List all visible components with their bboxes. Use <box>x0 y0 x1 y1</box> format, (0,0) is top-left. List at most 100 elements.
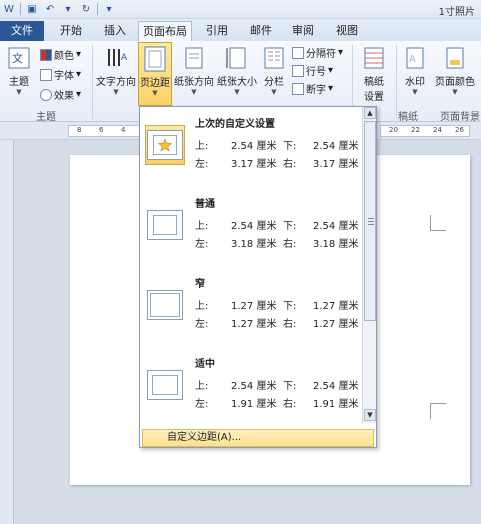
left-label: 左: <box>195 399 209 410</box>
tab-mailings[interactable]: 邮件 <box>244 21 278 41</box>
theme-colors-label: 颜色 <box>54 51 74 62</box>
chevron-down-icon: ▼ <box>271 88 277 96</box>
tab-home[interactable]: 开始 <box>54 21 88 41</box>
top-value: 2.54 厘米 <box>231 221 277 232</box>
chevron-down-icon: ▾ <box>76 69 82 80</box>
left-label: 左: <box>195 239 209 250</box>
breaks-icon <box>292 46 304 59</box>
quick-access-toolbar: W ▣ ↶ ▾ ↻ ▾ <box>2 2 116 16</box>
tab-references[interactable]: 引用 <box>200 21 234 41</box>
bottom-value: 2.54 厘米 <box>313 141 359 152</box>
customize-qat-icon[interactable]: ▾ <box>102 2 116 16</box>
columns-button[interactable]: 分栏 ▼ <box>260 45 288 96</box>
scrollbar-thumb[interactable] <box>364 121 376 321</box>
margin-option-last-custom[interactable]: 上次的自定义设置 上: 2.54 厘米 下: 2.54 厘米 左: 3.17 厘… <box>140 109 362 189</box>
theme-colors-button[interactable]: 颜色 ▾ <box>40 47 81 62</box>
orientation-button[interactable]: 纸张方向 ▼ <box>173 45 215 96</box>
tab-review[interactable]: 审阅 <box>286 21 320 41</box>
text-direction-button[interactable]: A 文字方向 ▼ <box>95 45 137 96</box>
horizontal-ruler-right[interactable]: 20 22 24 26 <box>380 125 470 137</box>
theme-fonts-label: 字体 <box>54 71 74 82</box>
word-icon[interactable]: W <box>2 2 16 16</box>
hyphenation-icon <box>292 82 304 95</box>
left-label: 左: <box>195 159 209 170</box>
tab-page-layout[interactable]: 页面布局 <box>138 21 192 41</box>
ruler-tick: 4 <box>121 126 126 134</box>
chevron-down-icon: ▼ <box>152 89 158 97</box>
themes-button[interactable]: 文 主题 ▼ <box>4 45 34 96</box>
scroll-down-icon[interactable]: ▼ <box>364 409 376 421</box>
scroll-up-icon[interactable]: ▲ <box>364 107 376 119</box>
redo-icon[interactable]: ↻ <box>79 2 93 16</box>
top-value: 2.54 厘米 <box>231 141 277 152</box>
theme-effects-button[interactable]: 效果 ▾ <box>40 87 81 102</box>
hyphenation-button[interactable]: 断字 ▾ <box>292 81 333 96</box>
ruler-tick: 6 <box>99 126 104 134</box>
right-label: 右: <box>283 319 297 330</box>
vertical-ruler[interactable] <box>0 140 14 524</box>
orientation-label: 纸张方向 <box>174 77 214 88</box>
save-icon[interactable]: ▣ <box>25 2 39 16</box>
stationery-label-line2: 设置 <box>364 92 384 103</box>
ruler-tick: 20 <box>389 126 398 134</box>
margin-corner-mark <box>430 215 446 231</box>
undo-icon[interactable]: ↶ <box>43 2 57 16</box>
ruler-tick: 26 <box>455 126 464 134</box>
dropdown-arrow-icon[interactable]: ▾ <box>61 2 75 16</box>
effects-icon <box>40 88 52 101</box>
top-label: 上: <box>195 381 209 392</box>
chevron-down-icon: ▾ <box>76 89 82 100</box>
line-numbers-label: 行号 <box>306 67 326 78</box>
document-title: 1寸照片 <box>438 7 475 18</box>
svg-text:A: A <box>409 54 416 65</box>
top-label: 上: <box>195 141 209 152</box>
page-preview-icon <box>147 210 183 240</box>
margins-button[interactable]: 页边距 ▼ <box>138 42 172 106</box>
margin-option-narrow[interactable]: 窄 上: 1.27 厘米 下: 1.27 厘米 左: 1.27 厘米 右: 1.… <box>140 269 362 349</box>
page-background-group-label: 页面背景 <box>440 112 480 123</box>
right-value: 1.27 厘米 <box>313 319 359 330</box>
dropdown-scrollbar[interactable]: ▲ ▼ <box>362 107 376 423</box>
chevron-down-icon: ▼ <box>191 88 197 96</box>
chevron-down-icon: ▼ <box>412 88 418 96</box>
chevron-down-icon: ▾ <box>76 49 82 60</box>
orientation-icon <box>181 45 207 71</box>
margin-option-moderate[interactable]: 适中 上: 2.54 厘米 下: 2.54 厘米 左: 1.91 厘米 右: 1… <box>140 349 362 429</box>
size-button[interactable]: 纸张大小 ▼ <box>216 45 258 96</box>
margin-preview-thumbnail <box>145 205 185 245</box>
right-value: 3.18 厘米 <box>313 239 359 250</box>
page-preview-icon <box>147 370 183 400</box>
top-value: 2.54 厘米 <box>231 381 277 392</box>
top-label: 上: <box>195 221 209 232</box>
breaks-button[interactable]: 分隔符 ▾ <box>292 45 343 60</box>
colors-icon <box>40 48 52 61</box>
left-value: 1.27 厘米 <box>231 319 277 330</box>
hyphenation-label: 断字 <box>306 85 326 96</box>
tab-insert[interactable]: 插入 <box>98 21 132 41</box>
margin-preview-thumbnail <box>145 125 185 165</box>
page-color-button[interactable]: 页面颜色 ▼ <box>432 45 478 96</box>
watermark-button[interactable]: A 水印 ▼ <box>400 45 430 96</box>
page-color-icon <box>442 45 468 71</box>
left-label: 左: <box>195 319 209 330</box>
themes-icon: 文 <box>6 45 32 71</box>
custom-margins-menu-item[interactable]: 自定义边距(A)... <box>142 429 374 447</box>
stationery-label-line1: 稿纸 <box>364 77 384 88</box>
tab-view[interactable]: 视图 <box>330 21 364 41</box>
watermark-icon: A <box>402 45 428 71</box>
page-preview-icon <box>147 290 183 320</box>
stationery-settings-button[interactable]: 稿纸 设置 <box>358 45 390 103</box>
bottom-value: 2.54 厘米 <box>313 221 359 232</box>
star-icon <box>158 138 172 152</box>
chevron-down-icon: ▾ <box>328 65 334 76</box>
tab-file[interactable]: 文件 <box>0 21 44 41</box>
theme-fonts-button[interactable]: 字体 ▾ <box>40 67 81 82</box>
bottom-label: 下: <box>283 301 297 312</box>
stationery-icon <box>361 45 387 71</box>
line-numbers-button[interactable]: 行号 ▾ <box>292 63 333 78</box>
line-numbers-icon <box>292 64 304 77</box>
ribbon-tabs: 文件 开始 插入 页面布局 引用 邮件 审阅 视图 <box>0 19 481 41</box>
ruler-tick: 22 <box>411 126 420 134</box>
margin-option-normal[interactable]: 普通 上: 2.54 厘米 下: 2.54 厘米 左: 3.18 厘米 右: 3… <box>140 189 362 269</box>
horizontal-ruler-left[interactable]: 8 6 4 <box>68 125 140 137</box>
